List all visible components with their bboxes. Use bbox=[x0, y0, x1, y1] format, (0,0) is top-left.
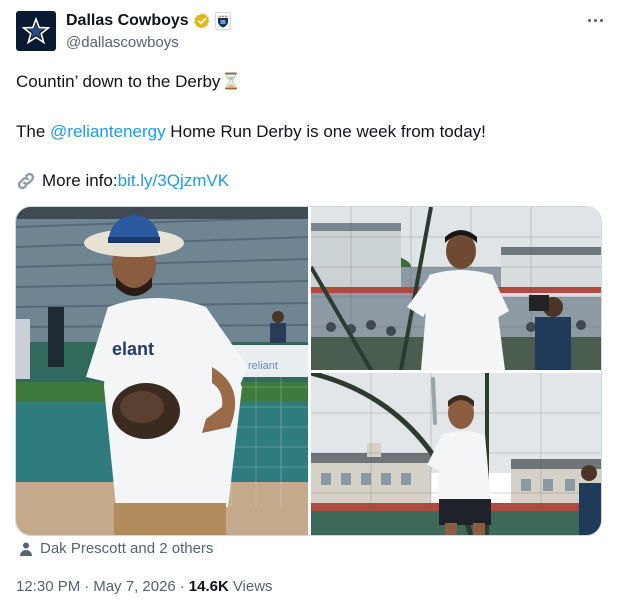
photo-player-swinging-bat[interactable] bbox=[311, 207, 601, 370]
more-info-label: More info: bbox=[42, 171, 118, 190]
more-dot-icon bbox=[587, 18, 591, 22]
gold-verified-badge-icon[interactable] bbox=[193, 12, 211, 30]
photo-player-with-glove[interactable]: reliant elant bbox=[16, 207, 308, 535]
tweet-text-line-3: More info: bit.ly/3QjzmVK bbox=[16, 170, 229, 192]
more-dot-icon bbox=[599, 18, 603, 22]
tagged-people[interactable]: Dak Prescott and 2 others bbox=[18, 540, 213, 557]
tweet-text-segment: Home Run Derby is one week from today! bbox=[165, 122, 486, 141]
media-grid: reliant elant bbox=[15, 206, 602, 536]
person-icon bbox=[20, 542, 32, 556]
tweet-date[interactable]: May 7, 2026 bbox=[93, 578, 176, 595]
nfl-shield-icon bbox=[217, 15, 228, 28]
tweet: Dallas Cowboys @dallascowboys Countin’ d… bbox=[0, 0, 622, 600]
tweet-text-segment: Countin’ down to the Derby bbox=[16, 72, 221, 91]
banner-logo-text: reliant bbox=[248, 360, 278, 372]
tweet-meta: 12:30 PM · May 7, 2026 · 14.6K Views bbox=[16, 578, 273, 595]
meta-separator: · bbox=[179, 578, 185, 595]
hourglass-icon bbox=[225, 72, 238, 90]
mention-link[interactable]: @reliantenergy bbox=[50, 122, 166, 141]
photo-player-batting-practice[interactable] bbox=[311, 373, 601, 535]
more-dot-icon bbox=[593, 18, 597, 22]
nfl-affiliate-badge[interactable] bbox=[214, 12, 231, 30]
tweet-text-line-2: The @reliantenergy Home Run Derby is one… bbox=[16, 121, 486, 143]
views-count[interactable]: 14.6K bbox=[189, 578, 229, 595]
link-icon bbox=[17, 172, 35, 190]
author-name-row: Dallas Cowboys bbox=[66, 12, 231, 30]
tweet-time[interactable]: 12:30 PM bbox=[16, 578, 80, 595]
tagged-text: Dak Prescott and 2 others bbox=[40, 540, 214, 557]
more-info-link[interactable]: bit.ly/3QjzmVK bbox=[118, 170, 229, 192]
tweet-text-segment: The bbox=[16, 122, 51, 141]
jersey-logo-text: elant bbox=[112, 339, 154, 359]
author-handle[interactable]: @dallascowboys bbox=[66, 34, 179, 51]
meta-separator: · bbox=[84, 578, 90, 595]
avatar[interactable] bbox=[16, 11, 56, 51]
views-label: Views bbox=[232, 578, 273, 595]
cowboys-star-icon bbox=[22, 17, 50, 45]
tweet-text-line-1: Countin’ down to the Derby bbox=[16, 71, 238, 93]
author-display-name[interactable]: Dallas Cowboys bbox=[66, 12, 189, 30]
more-options-button[interactable] bbox=[583, 8, 607, 32]
